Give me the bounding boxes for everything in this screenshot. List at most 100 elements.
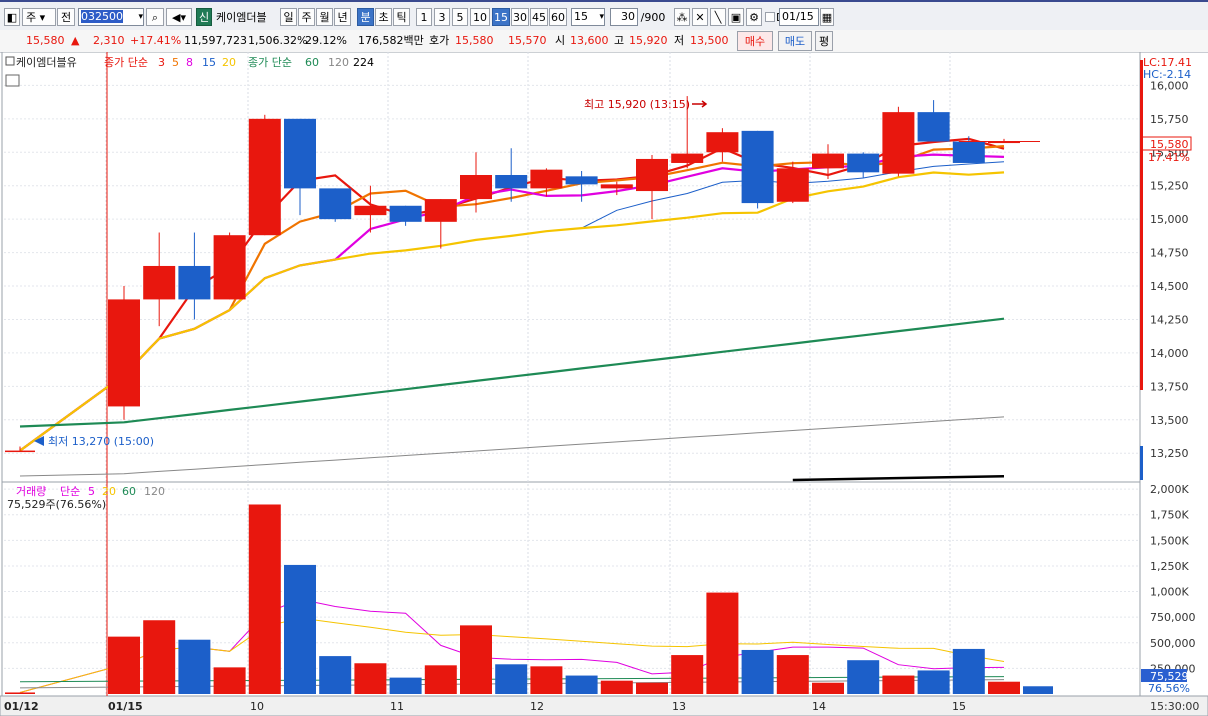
legend-ma-period: 8 — [186, 56, 193, 69]
legend-ma2-period: 60 — [305, 56, 319, 69]
volume-legend-name: 거래량 — [16, 485, 46, 498]
candle-body — [319, 188, 352, 220]
high-annotation: 최고 15,920 (13:15) — [584, 98, 690, 111]
volume-bar — [284, 564, 316, 694]
period-week[interactable]: 주 — [298, 8, 315, 26]
volume-bar — [143, 620, 176, 694]
minute-btn-45[interactable]: 45 — [530, 8, 548, 26]
volume-bar — [636, 682, 668, 694]
sell-button[interactable]: 매도 — [778, 31, 812, 51]
chart-area[interactable]: 16,00015,75015,50015,25015,00014,75014,5… — [0, 52, 1208, 716]
volume-bar — [213, 667, 246, 694]
search-icon[interactable]: ⌕ — [146, 8, 164, 26]
price-tick-label: 15,250 — [1150, 180, 1189, 193]
volume-tick-label: 1,500K — [1150, 534, 1189, 547]
x-axis-label: 11 — [390, 700, 404, 713]
code-value: 032500 — [81, 10, 123, 23]
volume-bar — [1023, 686, 1053, 694]
intraday-tick[interactable]: 틱 — [393, 8, 410, 26]
legend-ma-period: 20 — [222, 56, 236, 69]
intraday-second[interactable]: 초 — [375, 8, 392, 26]
candle-body — [108, 299, 140, 407]
candle-body — [952, 141, 985, 163]
candle-body — [495, 175, 528, 189]
minute-btn-30[interactable]: 30 — [511, 8, 529, 26]
volume-bar — [882, 675, 915, 694]
minute-select-value: 15 — [574, 10, 588, 23]
quote-volume: 11,597,723 — [184, 34, 247, 47]
pointer-tool-icon[interactable]: ⁂ — [674, 8, 690, 26]
grid-toggle-icon — [5, 74, 20, 87]
volume-bar — [847, 660, 880, 694]
gear-icon[interactable]: ⚙ — [746, 8, 762, 26]
quote-high-label: 고 — [614, 34, 625, 47]
save-icon[interactable]: ▣ — [728, 8, 744, 26]
speaker-icon[interactable]: ◀▾ — [166, 8, 192, 26]
count-input[interactable]: 30 — [610, 8, 638, 26]
volume-bar — [424, 665, 457, 694]
minute-btn-15[interactable]: 15 — [492, 8, 510, 26]
legend-ma-period: 15 — [202, 56, 216, 69]
volume-bar — [952, 648, 985, 694]
volume-legend-ma: 단순 — [60, 485, 80, 498]
date-input[interactable]: 01/15 — [779, 8, 819, 26]
volume-bar — [319, 656, 352, 694]
candle-body — [741, 130, 774, 204]
minute-btn-10[interactable]: 10 — [470, 8, 490, 26]
minute-select[interactable]: 15 ▾ — [571, 8, 605, 26]
x-axis-label: 10 — [250, 700, 264, 713]
minute-btn-1[interactable]: 1 — [416, 8, 432, 26]
count-total: /900 — [639, 8, 667, 26]
cross-tool-icon[interactable]: ✕ — [692, 8, 708, 26]
legend-stock-name: 케이엠더블유 — [16, 56, 77, 69]
candle-body — [354, 205, 387, 216]
calendar-icon[interactable]: ▦ — [820, 8, 834, 26]
quote-volume-pct: 1,506.32% — [248, 34, 308, 47]
candle-body — [248, 118, 281, 236]
volume-bar — [600, 680, 633, 694]
volume-tick-label: 1,000K — [1150, 586, 1189, 599]
x-axis-time: 15:30:00 — [1150, 700, 1199, 713]
quote-arrow: ▲ — [71, 34, 80, 47]
volume-bar — [389, 677, 422, 694]
market-select[interactable]: 주 ▾ — [22, 8, 56, 26]
candle-body — [776, 168, 809, 202]
eval-button[interactable]: 평 — [815, 31, 833, 51]
volume-bar — [530, 666, 563, 694]
volume-bar — [776, 655, 809, 694]
minute-btn-5[interactable]: 5 — [452, 8, 468, 26]
price-tick-label: 14,750 — [1150, 247, 1189, 260]
candle-body — [460, 175, 492, 200]
prefix-button[interactable]: 전 — [57, 8, 75, 26]
volume-legend-period: 20 — [102, 485, 116, 498]
chart-layout-icon[interactable]: ◧ — [4, 8, 20, 26]
volume-bar — [5, 692, 35, 694]
volume-tick-label: 500,000 — [1150, 637, 1196, 650]
candle-body — [389, 205, 422, 222]
x-axis-label: 01/12 — [4, 700, 39, 713]
quote-ask: 15,580 — [455, 34, 494, 47]
credit-badge: 신 — [196, 8, 212, 26]
minute-btn-3[interactable]: 3 — [434, 8, 450, 26]
d-checkbox[interactable] — [765, 12, 775, 22]
quote-open-label: 시 — [555, 34, 566, 47]
period-day[interactable]: 일 — [280, 8, 297, 26]
volume-bar — [178, 639, 211, 694]
price-tick-label: 16,000 — [1150, 79, 1189, 92]
period-year[interactable]: 년 — [334, 8, 351, 26]
code-input[interactable]: 032500 ▾ — [78, 8, 144, 26]
volume-bar — [812, 682, 844, 694]
candle-body — [671, 153, 704, 163]
buy-button[interactable]: 매수 — [737, 31, 773, 51]
trendline-icon[interactable]: ╲ — [710, 8, 726, 26]
price-tick-label: 13,750 — [1150, 380, 1189, 393]
price-tick-label: 15,750 — [1150, 113, 1189, 126]
x-axis-label: 14 — [812, 700, 826, 713]
stock-name: 케이엠더블 — [213, 8, 277, 26]
quote-low: 13,500 — [690, 34, 729, 47]
minute-btn-60[interactable]: 60 — [549, 8, 567, 26]
period-month[interactable]: 월 — [316, 8, 333, 26]
volume-tick-label: 1,750K — [1150, 509, 1189, 522]
intraday-minute[interactable]: 분 — [357, 8, 374, 26]
volume-pct-tag: 76.56% — [1148, 682, 1190, 695]
